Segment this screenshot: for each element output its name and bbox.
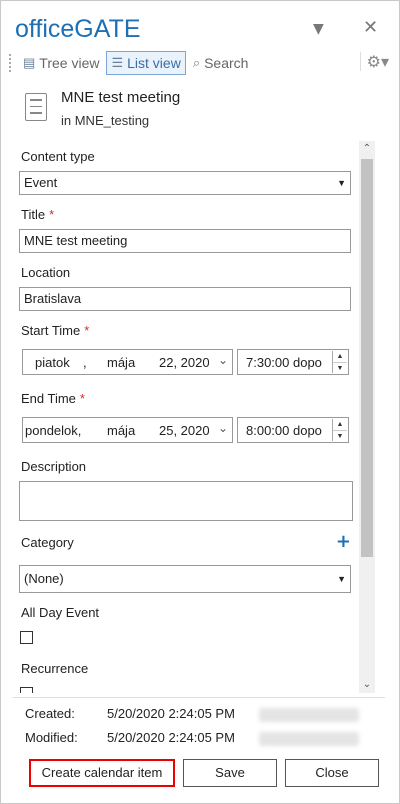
close-button[interactable]: Close [285,759,379,787]
modified-value: 5/20/2020 2:24:05 PM [107,730,235,745]
end-day: pondelok, [25,423,82,438]
start-time-spinner[interactable]: ▲ ▼ [332,351,347,373]
end-date-picker[interactable]: pondelok, mája 25, 2020 ⌄ [22,417,233,443]
start-time-value: 7:30:00 dopo [246,355,322,370]
add-category-button[interactable]: + [336,531,351,552]
required-marker: * [79,391,85,406]
start-day: piatok [35,355,70,370]
end-time-label: End Time * [21,391,85,406]
chevron-down-icon[interactable]: ⌄ [218,353,228,367]
save-button[interactable]: Save [183,759,277,787]
title-input[interactable]: MNE test meeting [19,229,351,253]
created-value: 5/20/2020 2:24:05 PM [107,706,235,721]
required-marker: * [49,207,55,222]
location-input[interactable]: Bratislava [19,287,351,311]
tree-icon: ▤ [23,55,36,70]
category-value: (None) [24,571,64,586]
end-time-value: 8:00:00 dopo [246,423,322,438]
document-icon [25,93,47,121]
category-select[interactable]: (None) ▼ [19,565,351,593]
category-label: Category [21,535,74,550]
all-day-label: All Day Event [21,605,100,620]
dropdown-arrow-icon: ▼ [337,178,346,188]
properties-form: Content type Event ▼ Title * MNE test mee… [1,141,361,693]
tree-view-button[interactable]: ▤ Tree view [18,51,104,75]
content-type-value: Event [24,175,58,190]
form-scrollbar[interactable]: ⌃ ⌄ [359,141,375,693]
list-icon: ☰ [111,55,124,70]
scroll-down-icon[interactable]: ⌄ [359,677,375,693]
start-time-label-text: Start Time [21,323,81,338]
list-view-button[interactable]: ☰ List view [106,51,186,75]
description-input[interactable] [19,481,353,521]
search-label: Search [204,55,249,71]
created-label: Created: [25,706,75,721]
start-month: mája [107,355,136,370]
start-date: 22, 2020 [159,355,210,370]
all-day-checkbox[interactable] [20,631,33,644]
end-time-spinner[interactable]: ▲ ▼ [332,419,347,441]
recurrence-label: Recurrence [21,661,89,676]
modified-by-redacted [259,732,359,746]
title-input-value: MNE test meeting [24,233,128,248]
item-title: MNE test meeting [61,89,181,106]
start-time-label: Start Time * [21,323,89,338]
close-icon[interactable]: ✕ [363,17,378,38]
description-label: Description [21,459,87,474]
dropdown-arrow-icon: ▼ [337,574,346,584]
spin-up-icon[interactable]: ▲ [333,351,347,363]
chevron-down-icon[interactable]: ▼ [313,21,324,37]
required-marker: * [84,323,90,338]
end-time-label-text: End Time [21,391,76,406]
tree-view-label: Tree view [39,55,100,71]
list-view-label: List view [127,55,181,71]
content-type-label: Content type [21,149,95,164]
content-type-select[interactable]: Event ▼ [19,171,351,195]
item-location-path: in MNE_testing [61,113,150,128]
end-month: mája [107,423,136,438]
officegate-pane: officeGATE ▼ ✕ ▤ Tree view ☰ List view ⌕… [0,0,400,804]
search-icon: ⌕ [192,55,201,70]
created-by-redacted [259,708,359,722]
create-calendar-item-button[interactable]: Create calendar item [29,759,175,787]
scrollbar-thumb[interactable] [361,159,373,557]
gear-icon[interactable]: ⚙▾ [359,52,389,71]
location-label: Location [21,265,71,280]
app-title: officeGATE [15,15,141,43]
start-date-picker[interactable]: piatok , mája 22, 2020 ⌄ [22,349,233,375]
toolbar: ▤ Tree view ☰ List view ⌕ Search ⚙▾ [9,51,393,75]
end-date: 25, 2020 [159,423,210,438]
start-comma: , [83,355,87,370]
title-label: Title * [21,207,54,222]
chevron-down-icon[interactable]: ⌄ [218,421,228,435]
spin-up-icon[interactable]: ▲ [333,419,347,431]
start-time-picker[interactable]: 7:30:00 dopo ▲ ▼ [237,349,349,375]
modified-label: Modified: [25,730,78,745]
toolbar-grip [9,54,15,72]
location-input-value: Bratislava [24,291,82,306]
spin-down-icon[interactable]: ▼ [333,363,347,374]
title-label-text: Title [21,207,46,222]
divider [13,697,385,698]
recurrence-checkbox[interactable] [20,687,33,693]
end-time-picker[interactable]: 8:00:00 dopo ▲ ▼ [237,417,349,443]
search-button[interactable]: ⌕ Search [188,51,254,75]
spin-down-icon[interactable]: ▼ [333,431,347,442]
scroll-up-icon[interactable]: ⌃ [359,141,375,157]
